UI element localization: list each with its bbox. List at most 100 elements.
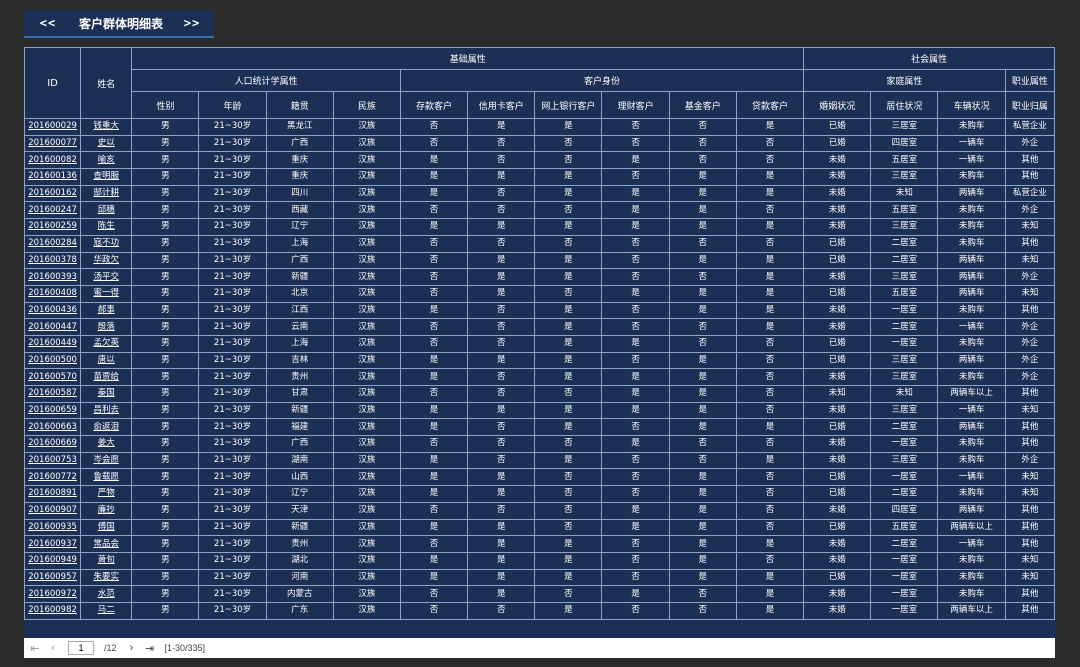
customer-name-link[interactable]: 马二 <box>80 601 133 620</box>
customer-id-link[interactable]: 201600982 <box>23 601 82 620</box>
customer-name-link[interactable]: 寇不功 <box>80 234 133 253</box>
customer-id-link[interactable]: 201600659 <box>23 401 82 420</box>
table-cell: 辽宁 <box>265 485 334 503</box>
table-cell: 21~30岁 <box>198 334 267 353</box>
table-cell: 否 <box>735 134 805 153</box>
customer-id-link[interactable]: 201600500 <box>23 351 82 370</box>
customer-id-link[interactable]: 201600162 <box>23 184 82 203</box>
customer-name-link[interactable]: 俞返泪 <box>80 418 133 437</box>
customer-name-link[interactable]: 鲁载愿 <box>80 468 133 487</box>
customer-id-link[interactable]: 201600570 <box>23 368 82 386</box>
prev-report-button[interactable]: << <box>24 16 72 30</box>
table-cell: 二居室 <box>870 418 939 437</box>
table-cell: 否 <box>467 435 536 453</box>
table-cell: 否 <box>467 418 536 437</box>
customer-id-link[interactable]: 201600891 <box>23 485 82 503</box>
customer-name-link[interactable]: 喻亥 <box>80 151 133 170</box>
customer-id-link[interactable]: 201600447 <box>23 318 82 336</box>
table-cell: 是 <box>668 568 737 587</box>
table-cell: 否 <box>601 168 670 186</box>
customer-name-link[interactable]: 邱穗 <box>80 201 133 220</box>
customer-id-link[interactable]: 201600029 <box>23 118 82 136</box>
customer-id-link[interactable]: 201600937 <box>23 535 82 553</box>
customer-id-link[interactable]: 201600259 <box>23 218 82 236</box>
last-page-icon[interactable]: ⇥ <box>141 642 159 655</box>
customer-name-link[interactable]: 昌利去 <box>80 401 133 420</box>
table-cell: 男 <box>131 234 200 253</box>
table-cell: 两辆车 <box>937 351 1006 370</box>
next-page-icon[interactable]: › <box>123 642 141 654</box>
table-cell: 男 <box>131 301 200 320</box>
table-cell: 汉族 <box>332 401 401 420</box>
customer-id-link[interactable]: 201600077 <box>23 134 82 153</box>
customer-name-link[interactable]: 郝事 <box>80 301 133 320</box>
table-cell: 内蒙古 <box>265 585 334 603</box>
customer-name-link[interactable]: 汤平交 <box>80 268 133 286</box>
column-header-id: ID <box>23 47 82 119</box>
customer-name-link[interactable]: 常品会 <box>80 535 133 553</box>
customer-name-link[interactable]: 秦国 <box>80 385 133 403</box>
table-cell: 汉族 <box>332 385 401 403</box>
customer-id-link[interactable]: 201600408 <box>23 284 82 303</box>
table-cell: 是 <box>399 418 469 437</box>
customer-name-link[interactable]: 孟欠英 <box>80 334 133 353</box>
table-row: 201600957 朱要实男 21~30岁 河南 汉族是是是否是是已婚 一居室 未购车 未知 <box>23 568 1056 587</box>
table-row: 201600907 廉抄男 21~30岁 天津 汉族否否否是是否未婚 四居室 两辆车 其他 <box>23 501 1056 520</box>
prev-page-icon[interactable]: ‹ <box>44 642 62 654</box>
table-cell: 男 <box>131 535 200 553</box>
next-report-button[interactable]: >> <box>170 16 214 30</box>
first-page-icon[interactable]: ⇤ <box>26 642 44 655</box>
customer-name-link[interactable]: 廉抄 <box>80 501 133 520</box>
table-cell: 男 <box>131 184 200 203</box>
customer-id-link[interactable]: 201600378 <box>23 251 82 270</box>
customer-name-link[interactable]: 蜜一得 <box>80 284 133 303</box>
customer-id-link[interactable]: 201600949 <box>23 551 82 570</box>
customer-id-link[interactable]: 201600669 <box>23 435 82 453</box>
customer-name-link[interactable]: 华政欠 <box>80 251 133 270</box>
column-header: 网上银行客户 <box>534 91 603 119</box>
customer-name-link[interactable]: 傅国 <box>80 518 133 537</box>
customer-id-link[interactable]: 201600663 <box>23 418 82 437</box>
customer-id-link[interactable]: 201600247 <box>23 201 82 220</box>
table-row: 201600162 郜计耕男 21~30岁 四川 汉族是否是是是是未婚 未知 两辆车 私营企业 <box>23 184 1056 203</box>
customer-id-link[interactable]: 201600284 <box>23 234 82 253</box>
customer-name-link[interactable]: 萧旬 <box>80 551 133 570</box>
customer-id-link[interactable]: 201600082 <box>23 151 82 170</box>
table-cell: 其他 <box>1004 234 1056 253</box>
customer-id-link[interactable]: 201600935 <box>23 518 82 537</box>
customer-name-link[interactable]: 严物 <box>80 485 133 503</box>
customer-id-link[interactable]: 201600587 <box>23 385 82 403</box>
table-cell: 外企 <box>1004 334 1056 353</box>
table-cell: 否 <box>534 234 603 253</box>
customer-name-link[interactable]: 苗贾给 <box>80 368 133 386</box>
customer-name-link[interactable]: 唐以 <box>80 351 133 370</box>
table-cell: 三居室 <box>870 368 939 386</box>
customer-id-link[interactable]: 201600772 <box>23 468 82 487</box>
table-cell: 重庆 <box>265 151 334 170</box>
customer-name-link[interactable]: 姜大 <box>80 435 133 453</box>
customer-id-link[interactable]: 201600449 <box>23 334 82 353</box>
customer-id-link[interactable]: 201600393 <box>23 268 82 286</box>
customer-name-link[interactable]: 史以 <box>80 134 133 153</box>
page-number-input[interactable] <box>68 641 94 655</box>
table-cell: 否 <box>735 551 805 570</box>
customer-id-link[interactable]: 201600972 <box>23 585 82 603</box>
customer-name-link[interactable]: 朱要实 <box>80 568 133 587</box>
table-cell: 否 <box>399 501 469 520</box>
customer-name-link[interactable]: 郜计耕 <box>80 184 133 203</box>
table-row: 201600891 严物男 21~30岁 辽宁 汉族是是否否是否已婚 二居室 未购车 未知 <box>23 485 1056 503</box>
customer-name-link[interactable]: 水范 <box>80 585 133 603</box>
customer-name-link[interactable]: 岑会愿 <box>80 451 133 470</box>
customer-name-link[interactable]: 殷落 <box>80 318 133 336</box>
table-cell: 21~30岁 <box>198 535 267 553</box>
customer-name-link[interactable]: 陈生 <box>80 218 133 236</box>
customer-name-link[interactable]: 钱重大 <box>80 118 133 136</box>
customer-name-link[interactable]: 查明服 <box>80 168 133 186</box>
table-cell: 已婚 <box>803 568 872 587</box>
table-cell: 湖北 <box>265 551 334 570</box>
customer-id-link[interactable]: 201600753 <box>23 451 82 470</box>
customer-id-link[interactable]: 201600436 <box>23 301 82 320</box>
customer-id-link[interactable]: 201600136 <box>23 168 82 186</box>
customer-id-link[interactable]: 201600907 <box>23 501 82 520</box>
customer-id-link[interactable]: 201600957 <box>23 568 82 587</box>
